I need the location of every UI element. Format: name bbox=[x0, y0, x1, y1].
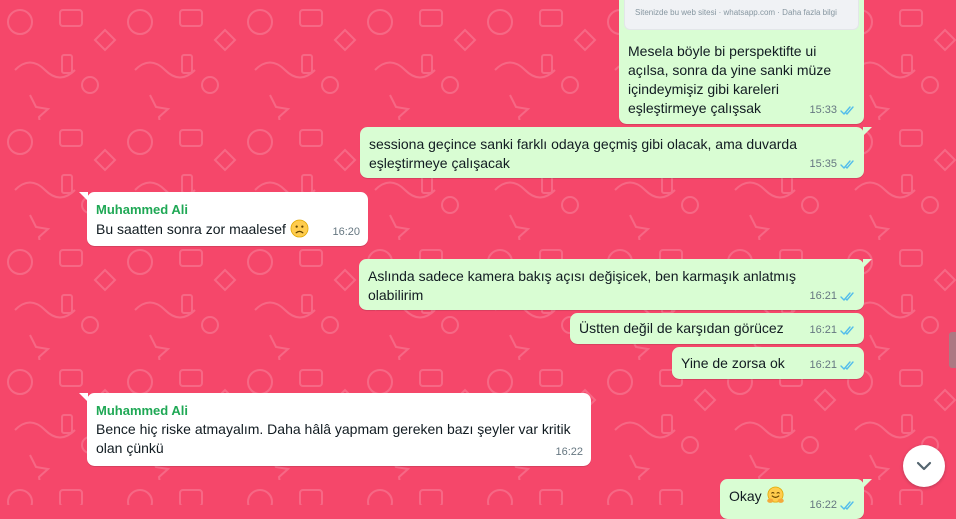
message-meta: 16:21 bbox=[809, 356, 856, 375]
message-meta: 15:35 bbox=[809, 155, 856, 174]
message-text: Yine de zorsa ok bbox=[681, 355, 785, 371]
sender-name[interactable]: Muhammed Ali bbox=[96, 401, 188, 420]
message-meta: 16:22 bbox=[809, 496, 856, 515]
message-time: 16:20 bbox=[332, 226, 360, 238]
message-outgoing[interactable]: Üstten değil de karşıdan görücez 16:21 bbox=[570, 313, 864, 344]
message-text: sessiona geçince sanki farklı odaya geçm… bbox=[369, 136, 798, 171]
message-time: 16:21 bbox=[809, 324, 837, 336]
scroll-to-bottom-button[interactable] bbox=[903, 445, 945, 487]
message-meta: 16:21 bbox=[809, 321, 856, 340]
chevron-down-icon bbox=[916, 461, 932, 471]
double-check-icon bbox=[840, 361, 854, 371]
message-meta: 16:20 bbox=[332, 223, 360, 242]
message-time: 15:35 bbox=[809, 158, 837, 170]
double-check-icon bbox=[840, 326, 854, 336]
message-time: 16:22 bbox=[555, 446, 583, 458]
message-meta: 15:33 bbox=[809, 101, 856, 120]
sad-face-emoji-icon bbox=[290, 219, 309, 238]
hugging-face-emoji-icon bbox=[766, 486, 784, 503]
message-incoming[interactable]: Muhammed Ali Bence hiç riske atmayalım. … bbox=[79, 393, 591, 466]
message-text: Bence hiç riske atmayalım. Daha hâlâ yap… bbox=[96, 421, 571, 456]
message-time: 15:33 bbox=[809, 104, 837, 116]
message-outgoing[interactable]: Okay 16:22 bbox=[720, 479, 872, 519]
message-meta: 16:22 bbox=[555, 443, 583, 462]
message-time: 16:22 bbox=[809, 499, 837, 511]
message-time: 16:21 bbox=[809, 359, 837, 371]
conversation-panel: Sitenizde bu web sitesi · whatsapp.com ·… bbox=[0, 0, 956, 519]
sender-name[interactable]: Muhammed Ali bbox=[96, 200, 188, 219]
message-outgoing[interactable]: Yine de zorsa ok 16:21 bbox=[672, 347, 864, 379]
double-check-icon bbox=[840, 501, 854, 511]
double-check-icon bbox=[840, 292, 854, 302]
message-meta: 16:21 bbox=[809, 287, 856, 306]
message-outgoing[interactable]: Aslında sadece kamera bakış açısı değişi… bbox=[359, 259, 872, 310]
double-check-icon bbox=[840, 106, 854, 116]
message-outgoing[interactable]: Sitenizde bu web sitesi · whatsapp.com ·… bbox=[619, 0, 864, 124]
link-preview[interactable]: Sitenizde bu web sitesi · whatsapp.com ·… bbox=[624, 0, 859, 30]
message-text: Bu saatten sonra zor maalesef bbox=[96, 219, 358, 239]
message-text: Üstten değil de karşıdan görücez bbox=[579, 320, 784, 336]
double-check-icon bbox=[840, 160, 854, 170]
message-incoming[interactable]: Muhammed Ali Bu saatten sonra zor maales… bbox=[79, 192, 368, 246]
message-text: Okay bbox=[729, 486, 785, 506]
message-time: 16:21 bbox=[809, 290, 837, 302]
side-panel-handle[interactable] bbox=[949, 332, 956, 368]
message-outgoing[interactable]: sessiona geçince sanki farklı odaya geçm… bbox=[360, 127, 872, 178]
message-text: Aslında sadece kamera bakış açısı değişi… bbox=[368, 268, 796, 303]
